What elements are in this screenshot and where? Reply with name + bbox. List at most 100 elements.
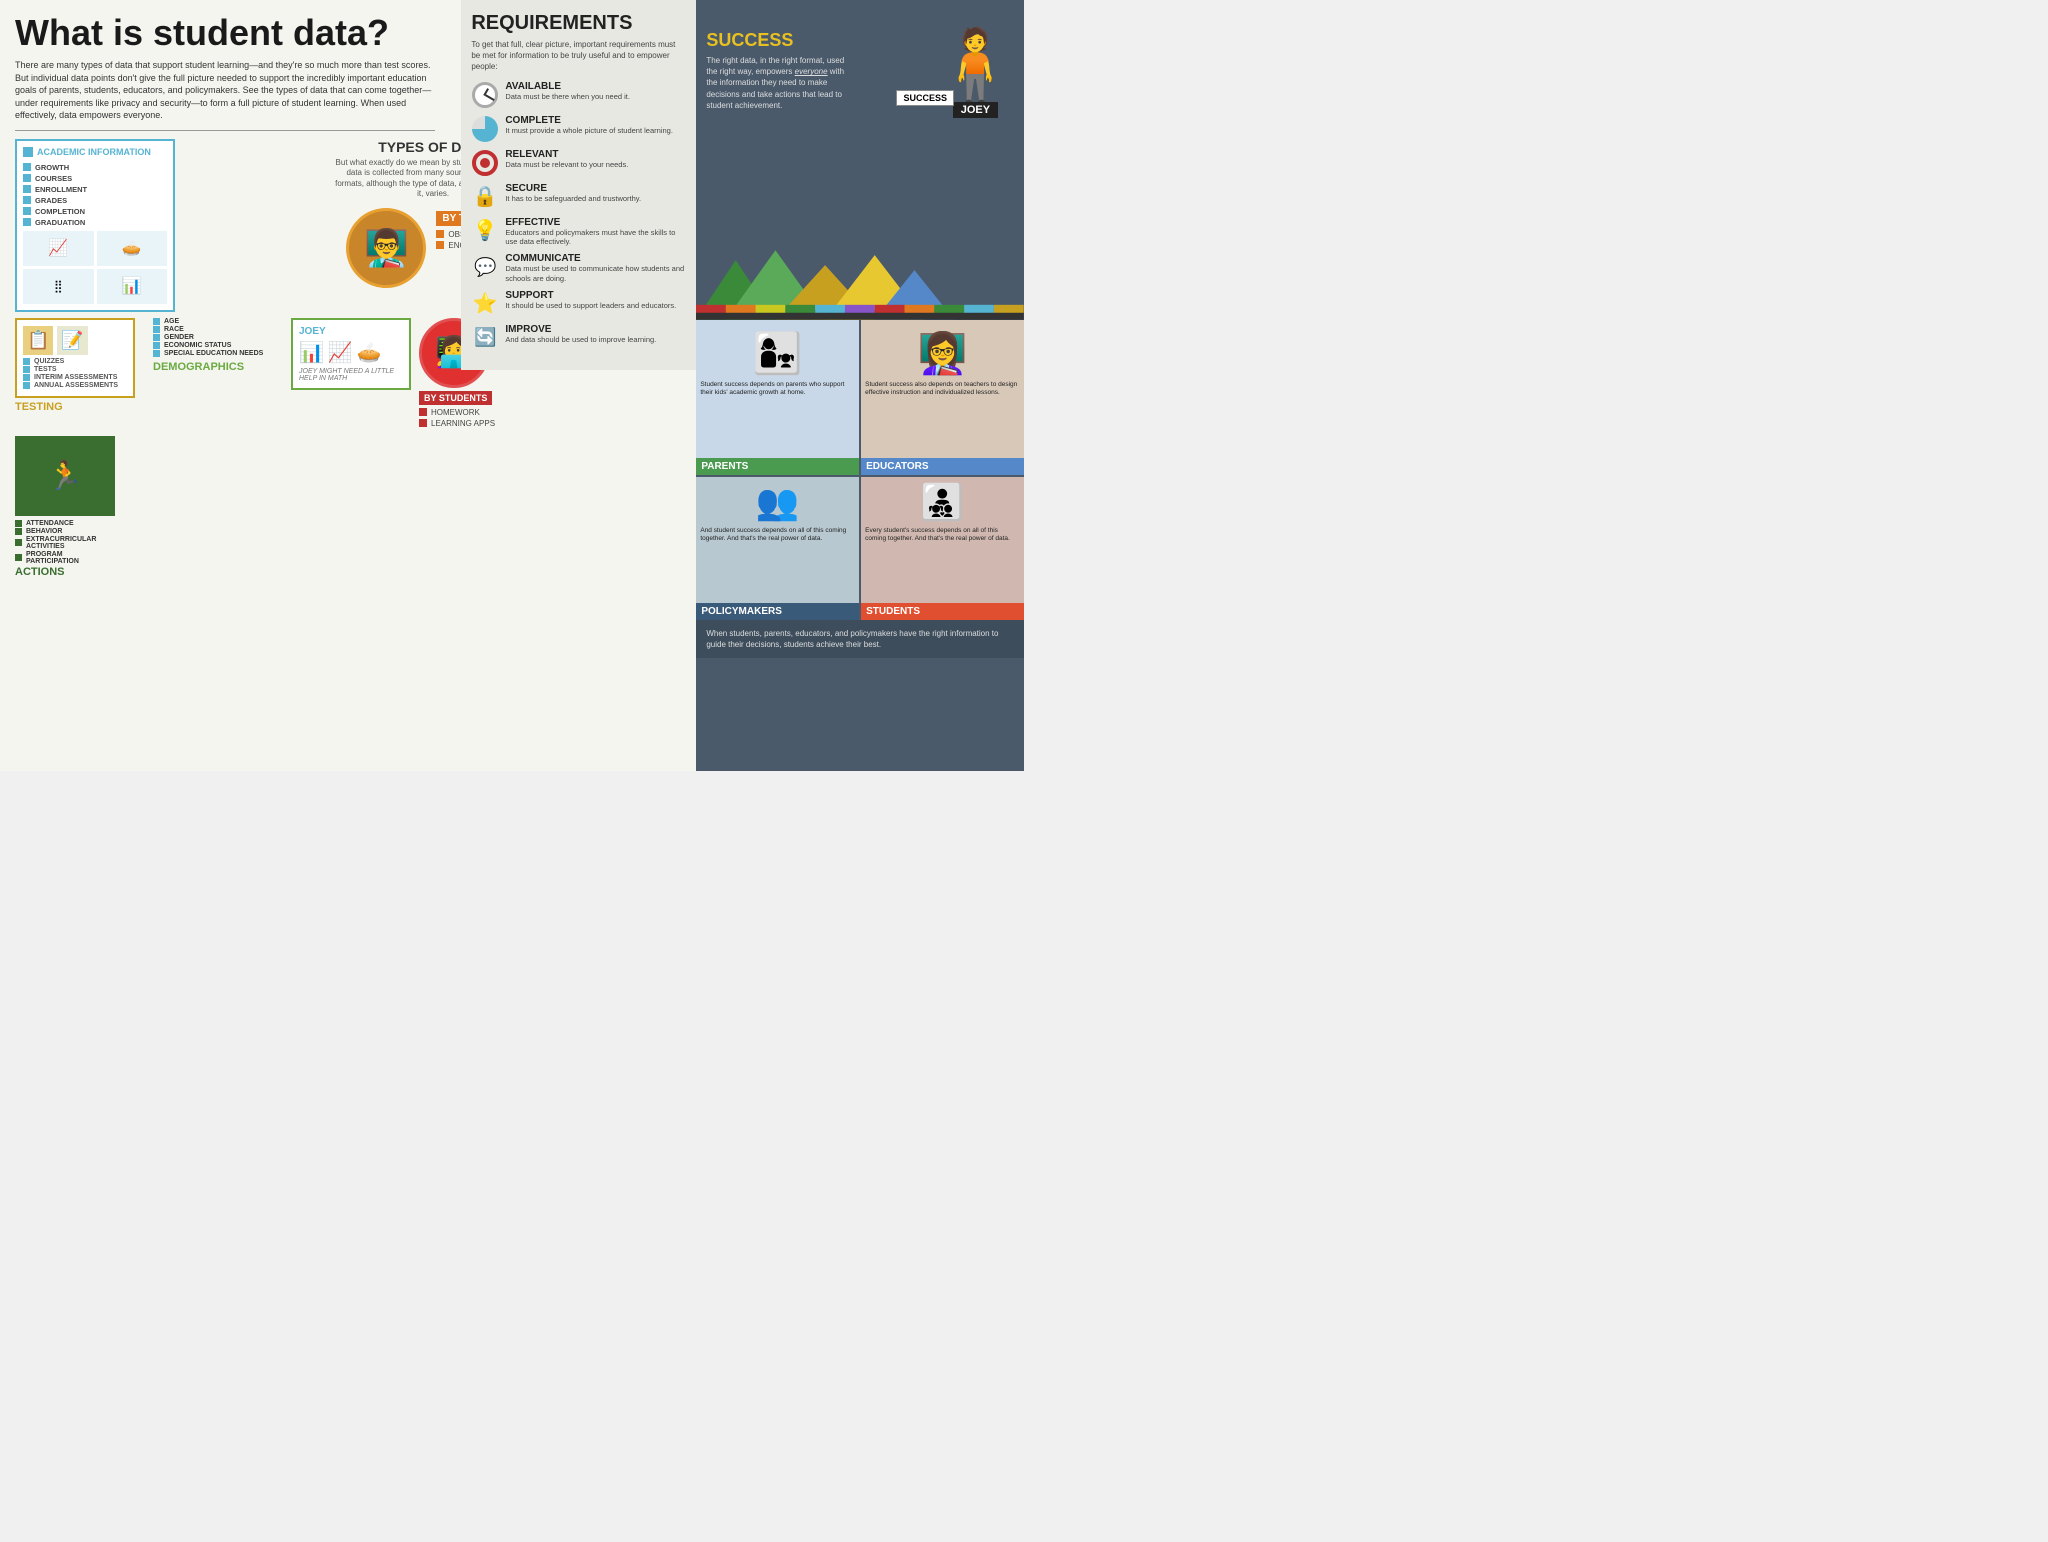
bottom-text-area: When students, parents, educators, and p… [696, 620, 1024, 658]
success-badge: SUCCESS [896, 90, 954, 106]
teal-sq-icon [153, 326, 160, 333]
action-item-attendance: ATTENDANCE [15, 520, 115, 527]
req-support-name: SUPPORT [505, 290, 686, 301]
right-section: Produced by DQC DATA QUALITY CAMPAIGN da… [696, 0, 1024, 771]
tests-image: 📋 [23, 326, 53, 355]
academic-items: GROWTH COURSES ENROLLMENT GRADES [23, 163, 167, 227]
req-relevant-desc: Data must be relevant to your needs. [505, 160, 686, 170]
teal-sq-icon [153, 350, 160, 357]
parents-text: Student success depends on parents who s… [696, 377, 859, 402]
demographics-area: AGE RACE GENDER ECONOMIC STATUS [153, 318, 283, 373]
clock-icon [471, 81, 499, 109]
color-block-7 [875, 305, 905, 313]
req-support-text: SUPPORT It should be used to support lea… [505, 290, 686, 311]
testing-item-annual: ANNUAL ASSESSMENTS [23, 382, 127, 389]
teal-square-icon [23, 382, 30, 389]
req-item-secure: 🔒 SECURE It has to be safeguarded and tr… [471, 183, 686, 211]
arrows-symbol: 🔄 [474, 327, 496, 348]
right-top-area: SUCCESS The right data, in the right for… [696, 0, 1024, 320]
teacher-icon: 👨‍🏫 [364, 227, 409, 269]
orange-square-icon [436, 241, 444, 249]
educators-label: EDUCATORS [861, 458, 1024, 475]
testing-item-tests: TESTS [23, 366, 127, 373]
parents-label: PARENTS [696, 458, 859, 475]
req-item-communicate: 💬 COMMUNICATE Data must be used to commu… [471, 253, 686, 284]
req-secure-desc: It has to be safeguarded and trustworthy… [505, 194, 686, 204]
color-block-5 [815, 305, 845, 313]
dot-icon [23, 207, 31, 215]
req-communicate-name: COMMUNICATE [505, 253, 686, 264]
testing-item-interim: INTERIM ASSESSMENTS [23, 374, 127, 381]
req-support-desc: It should be used to support leaders and… [505, 301, 686, 311]
success-text: The right data, in the right format, use… [706, 55, 846, 111]
action-item-extra: EXTRACURRICULAR ACTIVITIES [15, 536, 115, 550]
color-block-9 [935, 305, 965, 313]
testing-item-quizzes: QUIZZES [23, 358, 127, 365]
target-circle [472, 150, 498, 176]
academic-item-grades: GRADES [23, 196, 167, 205]
students-items: HOMEWORK LEARNING APPS [419, 408, 495, 428]
testing-area: 📋 📝 QUIZZES TESTS [15, 318, 145, 413]
req-improve-name: IMPROVE [505, 324, 686, 335]
pie-chart-icon [472, 116, 498, 142]
lightbulb-symbol: 💡 [473, 218, 498, 243]
teal-square-icon [23, 366, 30, 373]
students-item-hw: HOMEWORK [419, 408, 495, 417]
req-improve-desc: And data should be used to improve learn… [505, 335, 686, 345]
divider [15, 130, 435, 131]
academic-charts: 📈 🥧 ⣿ 📊 [23, 231, 167, 304]
req-item-improve: 🔄 IMPROVE And data should be used to imp… [471, 324, 686, 352]
joey-bar-chart: 📊 [299, 340, 324, 365]
parents-card: 👩‍👧 Student success depends on parents w… [696, 320, 859, 475]
clock-minute-hand [485, 94, 495, 101]
demo-item-age: AGE [153, 318, 283, 325]
students-image: 👨‍👧‍👦 [861, 477, 1024, 523]
req-communicate-desc: Data must be used to communicate how stu… [505, 264, 686, 284]
clock-face [472, 82, 498, 108]
actions-label: ACTIONS [15, 566, 115, 578]
speech-bubble-symbol: 💬 [474, 257, 496, 278]
orange-square-icon [436, 230, 444, 238]
req-improve-text: IMPROVE And data should be used to impro… [505, 324, 686, 345]
color-block-1 [696, 305, 726, 313]
academic-item-enrollment: ENROLLMENT [23, 185, 167, 194]
red-square-icon [419, 408, 427, 416]
req-secure-text: SECURE It has to be safeguarded and trus… [505, 183, 686, 204]
pie-icon [471, 115, 499, 143]
by-students-label: BY STUDENTS [419, 391, 492, 405]
students-text: Every student's success depends on all o… [861, 523, 1024, 548]
color-block-8 [905, 305, 935, 313]
joey-pie-chart: 🥧 [357, 340, 382, 365]
academic-title: ACADEMIC INFORMATION [23, 147, 167, 157]
green-square-icon [15, 554, 22, 561]
chart-scatter: ⣿ [23, 269, 94, 304]
color-block-2 [726, 305, 756, 313]
req-secure-name: SECURE [505, 183, 686, 194]
students-item-apps: LEARNING APPS [419, 419, 495, 428]
quizzes-image: 📝 [57, 326, 87, 355]
joey-name-badge: JOEY [953, 102, 998, 118]
policymakers-card: 👥 And student success depends on all of … [696, 477, 859, 621]
academic-icon [23, 147, 33, 157]
students-label: STUDENTS [861, 603, 1024, 620]
testing-label: TESTING [15, 401, 145, 413]
color-block-11 [994, 305, 1024, 313]
lock-symbol: 🔒 [473, 184, 498, 209]
star-icon: ⭐ [471, 290, 499, 318]
teal-square-icon [23, 374, 30, 381]
color-block-6 [845, 305, 875, 313]
demographics-items: AGE RACE GENDER ECONOMIC STATUS [153, 318, 283, 357]
joey-trend-chart: 📈 [328, 340, 353, 365]
actions-image-area: 🏃 ATTENDANCE BEHAVIOR EXTRACURRICULAR AC… [15, 436, 115, 578]
parents-image: 👩‍👧 [696, 320, 859, 377]
req-complete-desc: It must provide a whole picture of stude… [505, 126, 686, 136]
dot-icon [23, 174, 31, 182]
target-center [480, 158, 490, 168]
testing-items: QUIZZES TESTS INTERIM ASSESSMENTS A [23, 358, 127, 389]
green-square-icon [15, 539, 22, 546]
req-available-name: AVAILABLE [505, 81, 686, 92]
teacher-circle: 👨‍🏫 [346, 208, 426, 288]
joey-charts: 📊 📈 🥧 [299, 340, 403, 365]
green-square-icon [15, 528, 22, 535]
dot-icon [23, 218, 31, 226]
